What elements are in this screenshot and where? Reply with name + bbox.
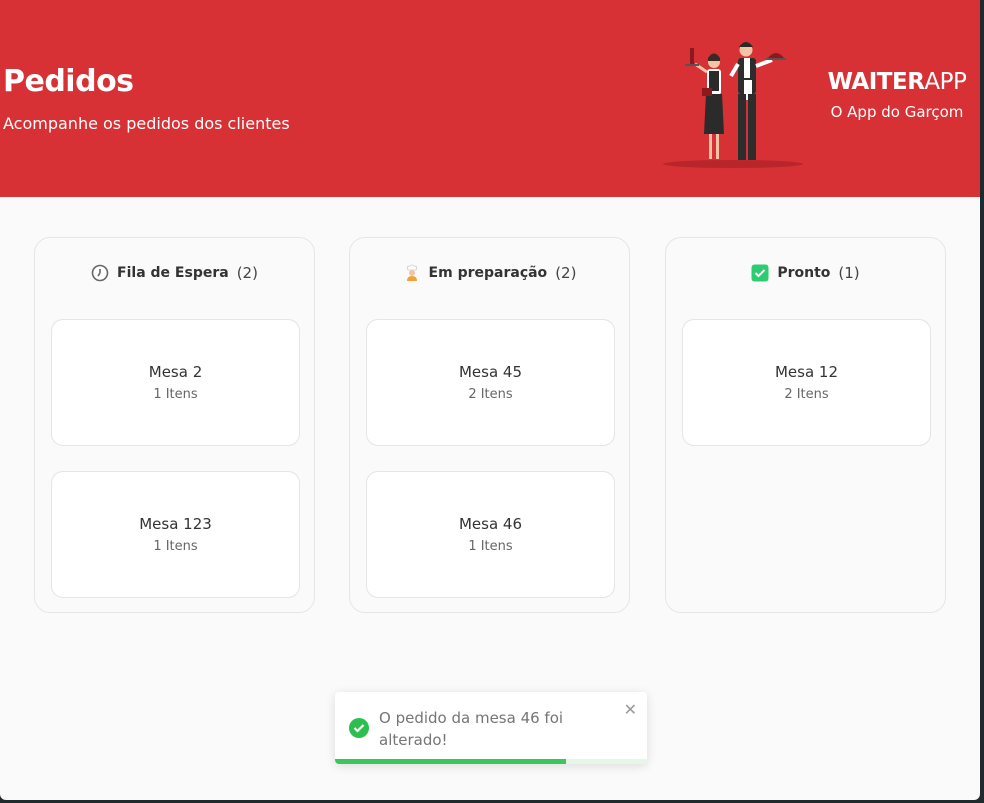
column-waiting: Fila de Espera (2) Mesa 2 1 Itens Mesa 1… bbox=[34, 237, 315, 613]
order-card[interactable]: Mesa 2 1 Itens bbox=[51, 319, 300, 446]
chef-icon bbox=[403, 264, 421, 282]
check-square-icon bbox=[751, 264, 769, 282]
clock-icon bbox=[91, 264, 109, 282]
brand-tagline: O App do Garçom bbox=[830, 103, 964, 121]
page-title: Pedidos bbox=[3, 64, 134, 99]
order-table: Mesa 45 bbox=[458, 363, 523, 381]
column-label: Pronto bbox=[777, 265, 831, 281]
order-table: Mesa 123 bbox=[139, 515, 212, 533]
header: Pedidos Acompanhe os pedidos dos cliente… bbox=[0, 0, 980, 197]
column-count: (1) bbox=[838, 264, 860, 282]
order-card[interactable]: Mesa 46 1 Itens bbox=[366, 471, 615, 598]
waiters-illustration bbox=[663, 42, 803, 168]
app-window: Pedidos Acompanhe os pedidos dos cliente… bbox=[0, 0, 980, 800]
column-count: (2) bbox=[555, 264, 577, 282]
toast-message: O pedido da mesa 46 foi alterado! bbox=[379, 709, 564, 749]
order-table: Mesa 12 bbox=[774, 363, 839, 381]
column-count: (2) bbox=[236, 264, 258, 282]
success-check-icon bbox=[348, 717, 370, 743]
order-items-count: 1 Itens bbox=[468, 539, 513, 554]
order-items-count: 2 Itens bbox=[468, 387, 513, 402]
close-icon[interactable]: ✕ bbox=[624, 700, 637, 719]
order-table: Mesa 46 bbox=[458, 515, 523, 533]
order-card[interactable]: Mesa 123 1 Itens bbox=[51, 471, 300, 598]
column-in-preparation: Em preparação (2) Mesa 45 2 Itens Mesa 4… bbox=[349, 237, 630, 613]
column-header: Em preparação (2) bbox=[350, 264, 629, 282]
column-ready: Pronto (1) Mesa 12 2 Itens bbox=[665, 237, 946, 613]
order-card[interactable]: Mesa 12 2 Itens bbox=[682, 319, 931, 446]
order-items-count: 1 Itens bbox=[153, 539, 198, 554]
column-label: Fila de Espera bbox=[117, 265, 229, 281]
order-items-count: 1 Itens bbox=[153, 387, 198, 402]
order-table: Mesa 2 bbox=[148, 363, 203, 381]
toast-notification: O pedido da mesa 46 foi alterado! ✕ bbox=[335, 692, 647, 764]
order-items-count: 2 Itens bbox=[784, 387, 829, 402]
brand: WAITERAPP O App do Garçom bbox=[822, 69, 972, 121]
column-header: Pronto (1) bbox=[666, 264, 945, 282]
column-label: Em preparação bbox=[428, 265, 548, 281]
column-header: Fila de Espera (2) bbox=[35, 264, 314, 282]
toast-progress-bar bbox=[335, 759, 566, 764]
order-card[interactable]: Mesa 45 2 Itens bbox=[366, 319, 615, 446]
waiterapp-logo: WAITERAPP bbox=[827, 69, 967, 95]
page-subtitle: Acompanhe os pedidos dos clientes bbox=[3, 114, 290, 133]
